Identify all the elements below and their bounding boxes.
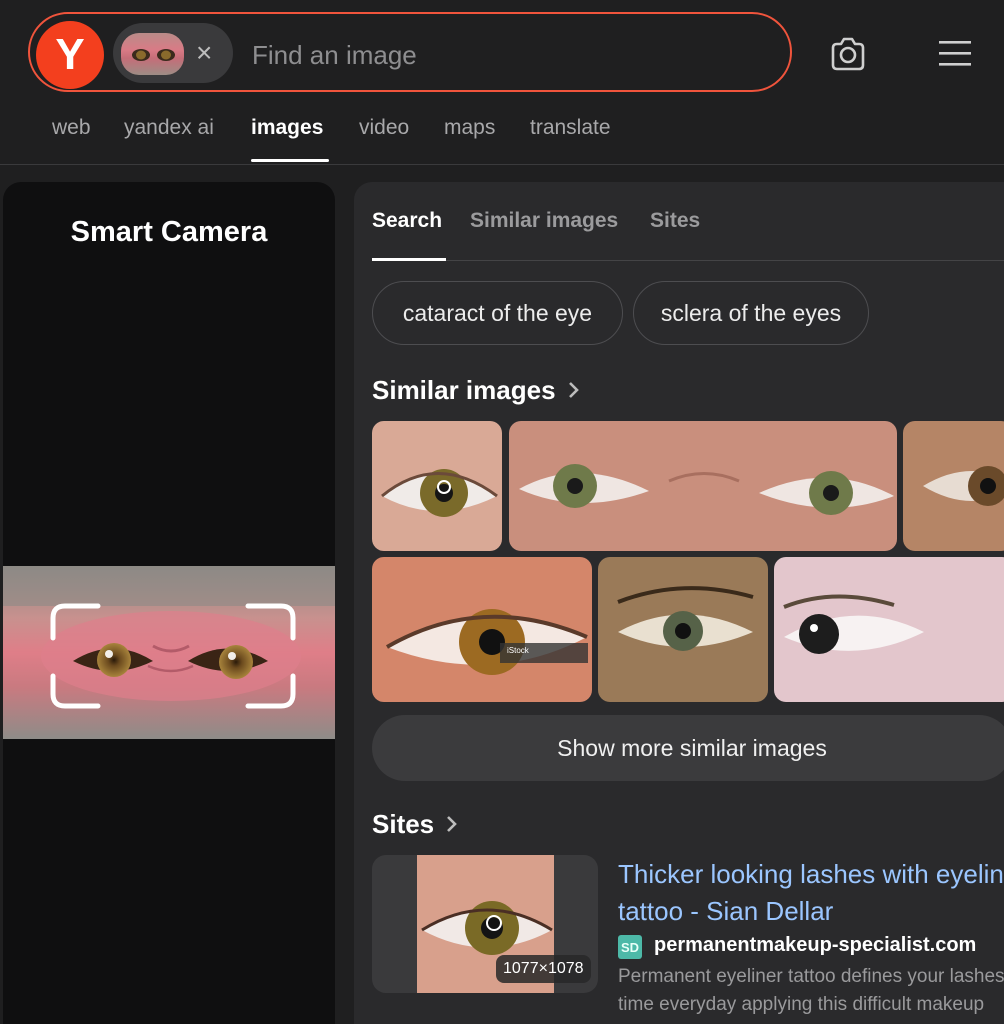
nav-tab-images[interactable]: images: [251, 116, 323, 140]
site-title-line: tattoo - Sian Dellar: [618, 896, 834, 926]
nav-tab-yandex-ai[interactable]: yandex ai: [124, 116, 214, 140]
snippet-line: Permanent eyeliner tattoo defines your l…: [618, 966, 1004, 987]
similar-image[interactable]: iStock: [372, 557, 592, 702]
similar-images-title: Similar images: [372, 375, 556, 405]
active-result-tab-indicator: [372, 258, 446, 261]
sites-heading[interactable]: Sites: [372, 809, 459, 840]
nav-tab-video[interactable]: video: [359, 116, 409, 140]
show-more-similar-button[interactable]: Show more similar images: [372, 715, 1004, 781]
site-favicon: SD: [618, 935, 642, 959]
site-title-line: Thicker looking lashes with eyeliner: [618, 859, 1004, 889]
nav-tab-translate[interactable]: translate: [530, 116, 611, 140]
site-domain-link[interactable]: permanentmakeup-specialist.com: [654, 934, 976, 957]
chevron-right-icon: [568, 382, 579, 398]
image-dimensions-badge: 1077×1078: [496, 955, 591, 983]
tabs-divider: [372, 260, 1004, 261]
similar-image[interactable]: [372, 421, 502, 551]
similar-images-heading[interactable]: Similar images: [372, 375, 581, 406]
close-icon[interactable]: ×: [196, 38, 212, 68]
snippet-line: time everyday applying this difficult ma…: [618, 994, 985, 1015]
header-divider: [0, 164, 1004, 165]
camera-icon[interactable]: [828, 34, 868, 74]
menu-icon[interactable]: [938, 38, 972, 68]
nav-tab-maps[interactable]: maps: [444, 116, 495, 140]
tab-sites[interactable]: Sites: [650, 209, 700, 233]
site-result-title-link[interactable]: Thicker looking lashes with eyeliner tat…: [618, 856, 1004, 930]
nav-tab-web[interactable]: web: [52, 116, 91, 140]
yandex-logo[interactable]: Y: [36, 21, 104, 89]
camera-preview-image[interactable]: [3, 566, 335, 739]
query-image-thumbnail[interactable]: [121, 33, 184, 75]
chevron-right-icon: [447, 816, 458, 832]
sites-title: Sites: [372, 809, 435, 839]
istock-watermark: iStock: [507, 646, 530, 655]
similar-image[interactable]: [903, 421, 1004, 551]
search-input[interactable]: [250, 36, 774, 74]
suggestion-chip[interactable]: cataract of the eye: [372, 281, 623, 345]
similar-image[interactable]: [509, 421, 897, 551]
tab-similar-images[interactable]: Similar images: [470, 209, 618, 233]
site-snippet: Permanent eyeliner tattoo defines your l…: [618, 963, 1004, 1019]
suggestion-chip[interactable]: sclera of the eyes: [633, 281, 869, 345]
similar-image[interactable]: [774, 557, 1004, 702]
smart-camera-title: Smart Camera: [70, 216, 268, 248]
similar-image[interactable]: [598, 557, 768, 702]
tab-search[interactable]: Search: [372, 209, 442, 233]
active-tab-indicator: [251, 159, 329, 162]
